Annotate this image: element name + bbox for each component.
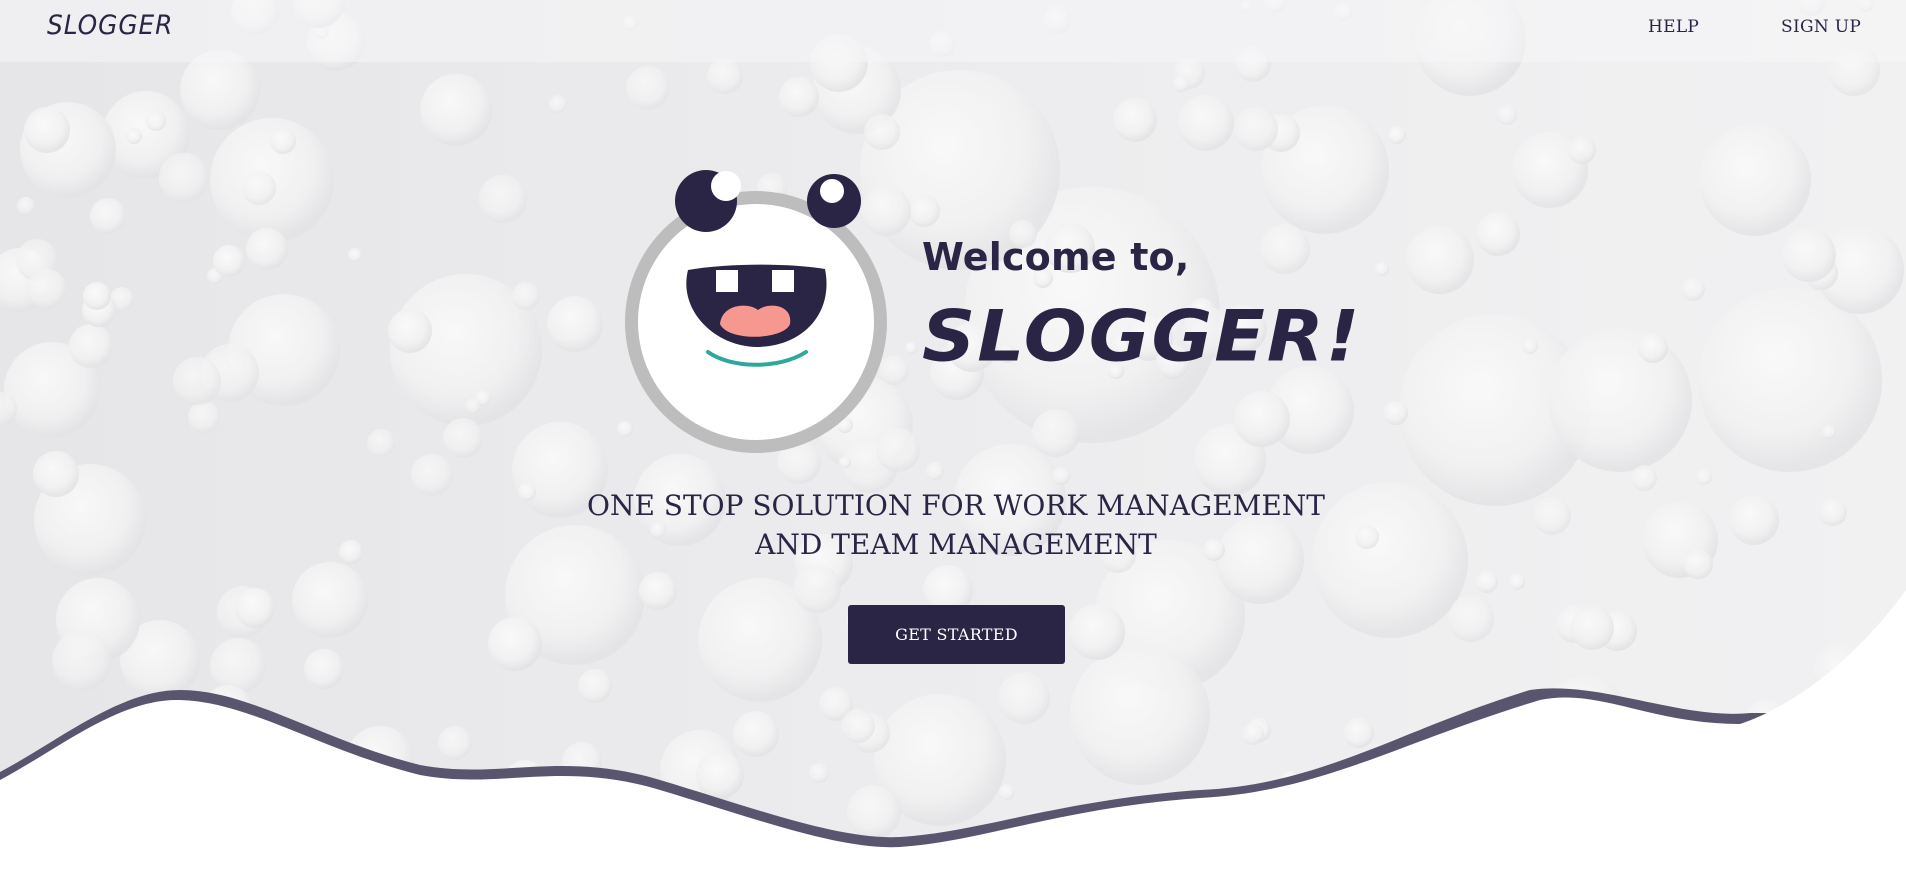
nav-signup-link[interactable]: SIGN UP (1781, 17, 1861, 37)
brand-logo[interactable]: SLOGGER (47, 10, 173, 41)
app-name-title: SLOGGER! (922, 296, 1362, 378)
welcome-heading: Welcome to, (922, 235, 1190, 279)
smiling-mascot-face-icon (625, 170, 887, 453)
hero-tagline: ONE STOP SOLUTION FOR WORK MANAGEMENT AN… (560, 486, 1352, 564)
top-navbar: SLOGGER HELP SIGN UP (0, 0, 1906, 62)
hero-background (0, 0, 1906, 890)
tagline-line-1: ONE STOP SOLUTION FOR WORK MANAGEMENT (587, 489, 1325, 522)
nav-help-link[interactable]: HELP (1648, 17, 1699, 37)
landing-page: SLOGGER HELP SIGN UP Welcome to, SLOGGER… (0, 0, 1906, 890)
get-started-button[interactable]: GET STARTED (848, 605, 1065, 664)
tagline-line-2: AND TEAM MANAGEMENT (755, 528, 1157, 561)
